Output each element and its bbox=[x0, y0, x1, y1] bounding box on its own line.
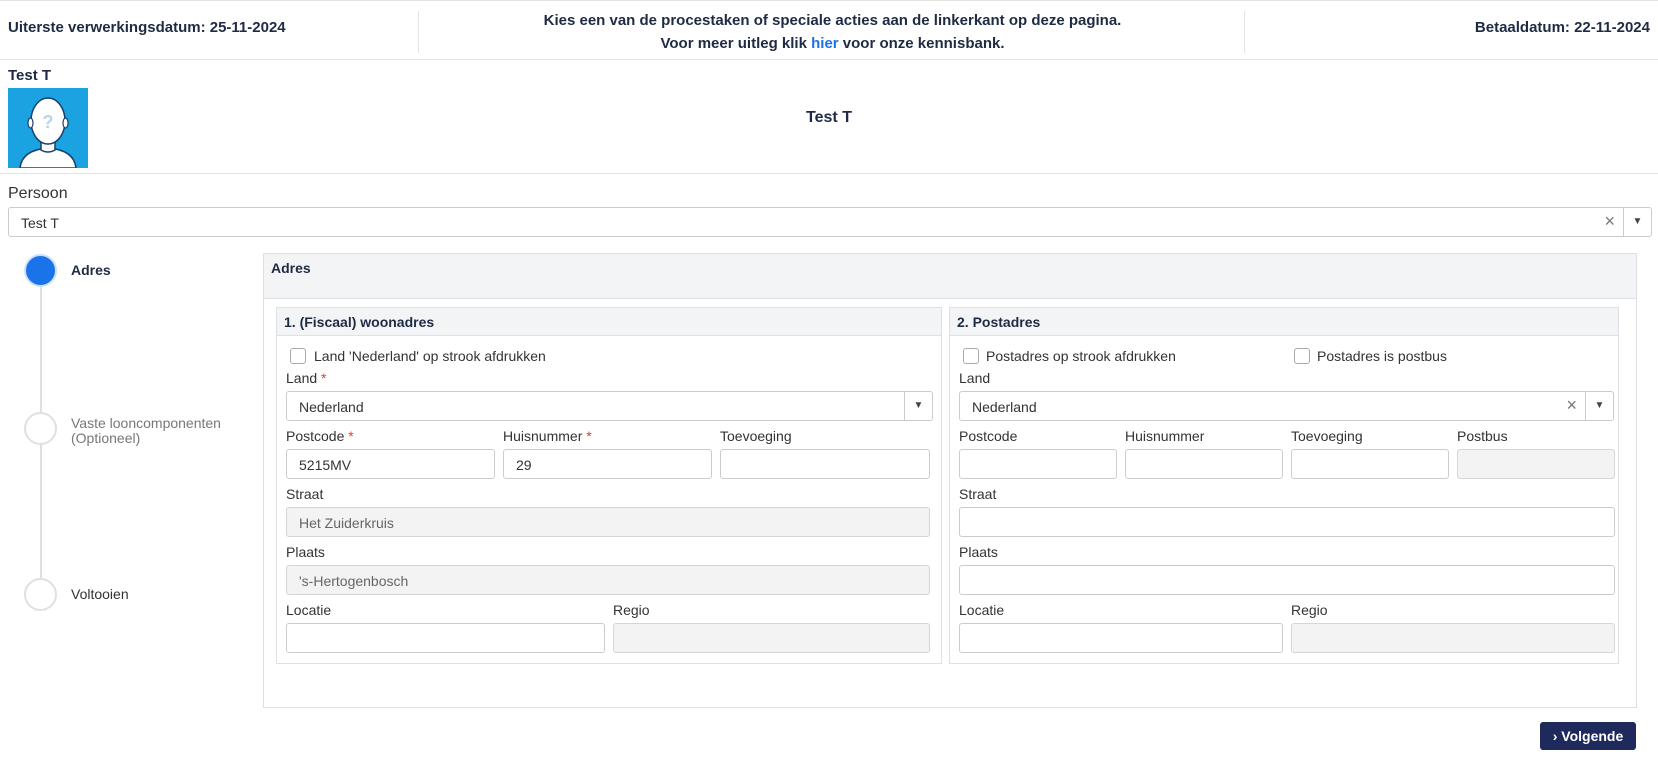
postadres-regio-input[interactable] bbox=[1291, 623, 1615, 653]
chevron-down-icon[interactable]: ▼ bbox=[1623, 208, 1651, 236]
postbus-checkbox-label: Postadres is postbus bbox=[1317, 348, 1447, 364]
step-indicator bbox=[24, 578, 57, 611]
postadres-postcode-label: Postcode bbox=[959, 428, 1018, 444]
postadres-huisnummer-label: Huisnummer bbox=[1125, 428, 1205, 444]
land-label-text: Land bbox=[286, 370, 318, 386]
required-mark: * bbox=[321, 370, 327, 386]
adres-panel: Adres 1. (Fiscaal) woonadres Land 'Neder… bbox=[263, 253, 1637, 708]
huisnummer-label: Huisnummer * bbox=[503, 428, 592, 444]
plaats-input[interactable]: 's-Hertogenbosch bbox=[286, 565, 930, 595]
print-postadres-checkbox-label: Postadres op strook afdrukken bbox=[986, 348, 1176, 364]
divider bbox=[418, 11, 419, 53]
person-name-small: Test T bbox=[8, 67, 52, 84]
process-stepper: Adres Vaste looncomponenten (Optioneel) … bbox=[24, 254, 254, 634]
divider bbox=[1244, 11, 1245, 53]
instruction-text: Kies een van de procestaken of speciale … bbox=[420, 9, 1245, 55]
regio-label: Regio bbox=[613, 602, 650, 618]
postadres-straat-label: Straat bbox=[959, 486, 997, 502]
clear-icon[interactable]: × bbox=[1566, 395, 1577, 416]
locatie-input[interactable] bbox=[286, 623, 605, 653]
required-mark: * bbox=[586, 428, 592, 444]
postadres-toevoeging-input[interactable] bbox=[1291, 449, 1449, 479]
chevron-down-icon[interactable]: ▼ bbox=[1585, 392, 1613, 420]
postcode-label-text: Postcode bbox=[286, 428, 345, 444]
print-postadres-checkbox[interactable] bbox=[963, 348, 979, 364]
postcode-input[interactable]: 5215MV bbox=[286, 449, 495, 479]
postadres-title: 2. Postadres bbox=[950, 308, 1618, 336]
postadres-postcode-input[interactable] bbox=[959, 449, 1117, 479]
postadres-land-select[interactable]: Nederland × ▼ bbox=[959, 391, 1614, 421]
woonadres-title: 1. (Fiscaal) woonadres bbox=[277, 308, 941, 336]
huisnummer-label-text: Huisnummer bbox=[503, 428, 583, 444]
step-indicator-active bbox=[24, 254, 57, 287]
next-button[interactable]: › Volgende bbox=[1540, 722, 1636, 750]
persoon-select-value: Test T bbox=[21, 215, 59, 231]
person-placeholder-icon: ? bbox=[8, 88, 88, 168]
toevoeging-label: Toevoeging bbox=[720, 428, 792, 444]
land-label: Land * bbox=[286, 370, 327, 386]
print-land-checkbox[interactable] bbox=[290, 348, 306, 364]
knowledge-base-link[interactable]: hier bbox=[811, 35, 839, 52]
postadres-plaats-input[interactable] bbox=[959, 565, 1615, 595]
postbus-input[interactable] bbox=[1457, 449, 1615, 479]
chevron-right-icon: › bbox=[1552, 728, 1558, 744]
divider bbox=[0, 173, 1658, 174]
postadres-regio-label: Regio bbox=[1291, 602, 1328, 618]
postadres-huisnummer-input[interactable] bbox=[1125, 449, 1283, 479]
instruction-line-2: Voor meer uitleg klik hier voor onze ken… bbox=[420, 32, 1245, 55]
step-label: Adres bbox=[71, 262, 111, 278]
postadres-locatie-input[interactable] bbox=[959, 623, 1283, 653]
person-name-title: Test T bbox=[806, 109, 852, 126]
print-land-checkbox-label: Land 'Nederland' op strook afdrukken bbox=[314, 348, 546, 364]
straat-input[interactable]: Het Zuiderkruis bbox=[286, 507, 930, 537]
top-info-bar: Uiterste verwerkingsdatum: 25-11-2024 Ki… bbox=[0, 0, 1658, 60]
step-label: Voltooien bbox=[71, 586, 129, 602]
woonadres-panel: 1. (Fiscaal) woonadres Land 'Nederland' … bbox=[276, 307, 942, 664]
step-label: Vaste looncomponenten (Optioneel) bbox=[71, 415, 221, 446]
persoon-label: Persoon bbox=[8, 185, 68, 202]
instruction-line-2-pre: Voor meer uitleg klik bbox=[660, 35, 812, 52]
land-select[interactable]: Nederland ▼ bbox=[286, 391, 933, 421]
step-indicator bbox=[24, 412, 57, 445]
postadres-land-value: Nederland bbox=[972, 399, 1037, 415]
straat-label: Straat bbox=[286, 486, 324, 502]
huisnummer-input[interactable]: 29 bbox=[503, 449, 712, 479]
postadres-land-label: Land bbox=[959, 370, 991, 386]
postcode-label: Postcode * bbox=[286, 428, 354, 444]
postadres-panel: 2. Postadres Postadres op strook afdrukk… bbox=[949, 307, 1619, 664]
persoon-select[interactable]: Test T × ▼ bbox=[8, 207, 1652, 237]
postadres-straat-input[interactable] bbox=[959, 507, 1615, 537]
next-button-label: Volgende bbox=[1561, 728, 1624, 744]
required-mark: * bbox=[348, 428, 354, 444]
postbus-checkbox[interactable] bbox=[1294, 348, 1310, 364]
plaats-label: Plaats bbox=[286, 544, 325, 560]
instruction-line-2-post: voor onze kennisbank. bbox=[838, 35, 1005, 52]
chevron-down-icon[interactable]: ▼ bbox=[904, 392, 932, 420]
postbus-label: Postbus bbox=[1457, 428, 1508, 444]
paydate-text: Betaaldatum: 22-11-2024 bbox=[1474, 19, 1650, 36]
instruction-line-1: Kies een van de procestaken of speciale … bbox=[543, 12, 1122, 29]
adres-panel-title: Adres bbox=[264, 254, 1636, 299]
clear-icon[interactable]: × bbox=[1604, 211, 1615, 232]
land-select-value: Nederland bbox=[299, 399, 364, 415]
deadline-text: Uiterste verwerkingsdatum: 25-11-2024 bbox=[8, 19, 286, 36]
locatie-label: Locatie bbox=[286, 602, 332, 618]
postadres-locatie-label: Locatie bbox=[959, 602, 1005, 618]
regio-input[interactable] bbox=[613, 623, 930, 653]
postadres-toevoeging-label: Toevoeging bbox=[1291, 428, 1363, 444]
postadres-plaats-label: Plaats bbox=[959, 544, 998, 560]
toevoeging-input[interactable] bbox=[720, 449, 930, 479]
